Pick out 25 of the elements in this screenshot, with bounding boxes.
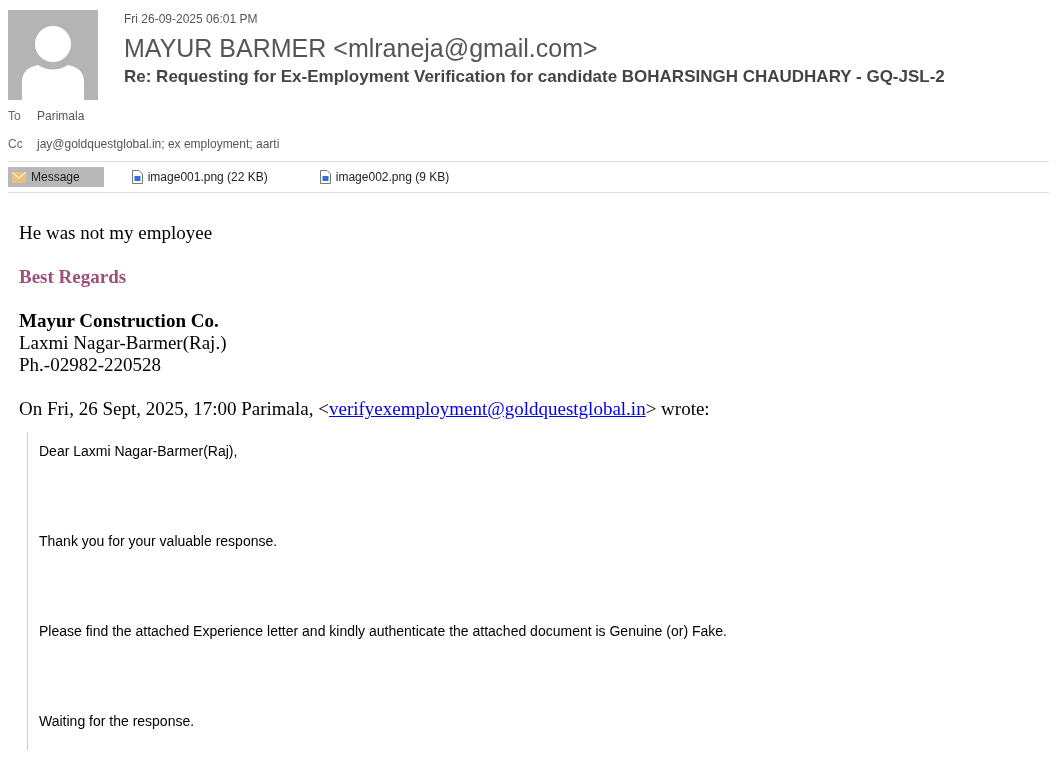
reply-text: He was not my employee: [19, 222, 214, 244]
image-file-icon: [319, 170, 331, 184]
field-label: To: [8, 109, 22, 123]
recipient-list: jay@goldquestglobal.in; ex employment; aarti: [37, 137, 280, 151]
subject-text: Re: Requesting for Ex-Employment Verification for candidate BOHARSINGH CHAUDHARY - GQ-JSL-2: [124, 67, 945, 87]
message-tab[interactable]: Message: [8, 167, 104, 187]
sender-name: MAYUR BARMER <mlraneja@gmail.com>: [124, 33, 599, 63]
signature-line: Laxmi Nagar-Barmer(Raj.): [19, 332, 228, 354]
quoted-paragraph: Please find the attached Experience letter and kindly authenticate the attached document is Genuine (or) Fake.: [39, 622, 728, 640]
email-link[interactable]: verifyexemployment@goldquestglobal.in: [328, 398, 646, 419]
field-label: Cc: [8, 137, 24, 151]
quote-header-text: On Fri, 26 Sept, 2025, 17:00 Parimala, <verifyexemployment@goldquestglobal.in> wrote:: [19, 398, 711, 420]
envelope-icon: [12, 171, 26, 183]
avatar-icon: [8, 10, 98, 100]
image-file-icon: [131, 170, 143, 184]
attachment-item[interactable]: image001.png (22 KB): [127, 167, 292, 187]
date-text: Fri 26-09-2025 06:01 PM: [124, 12, 259, 26]
quoted-paragraph: Dear Laxmi Nagar-Barmer(Raj),: [39, 442, 239, 460]
recipient-list: Parimala: [37, 109, 85, 123]
attachment-item[interactable]: image002.png (9 KB): [315, 167, 474, 187]
company-name: Mayur Construction Co.: [19, 310, 220, 332]
quoted-paragraph: Waiting for the response.: [39, 712, 196, 730]
signature-line: Ph.-02982-220528: [19, 354, 162, 376]
quoted-paragraph: Thank you for your valuable response.: [39, 532, 279, 550]
closing-text: Best Regards: [19, 266, 128, 288]
